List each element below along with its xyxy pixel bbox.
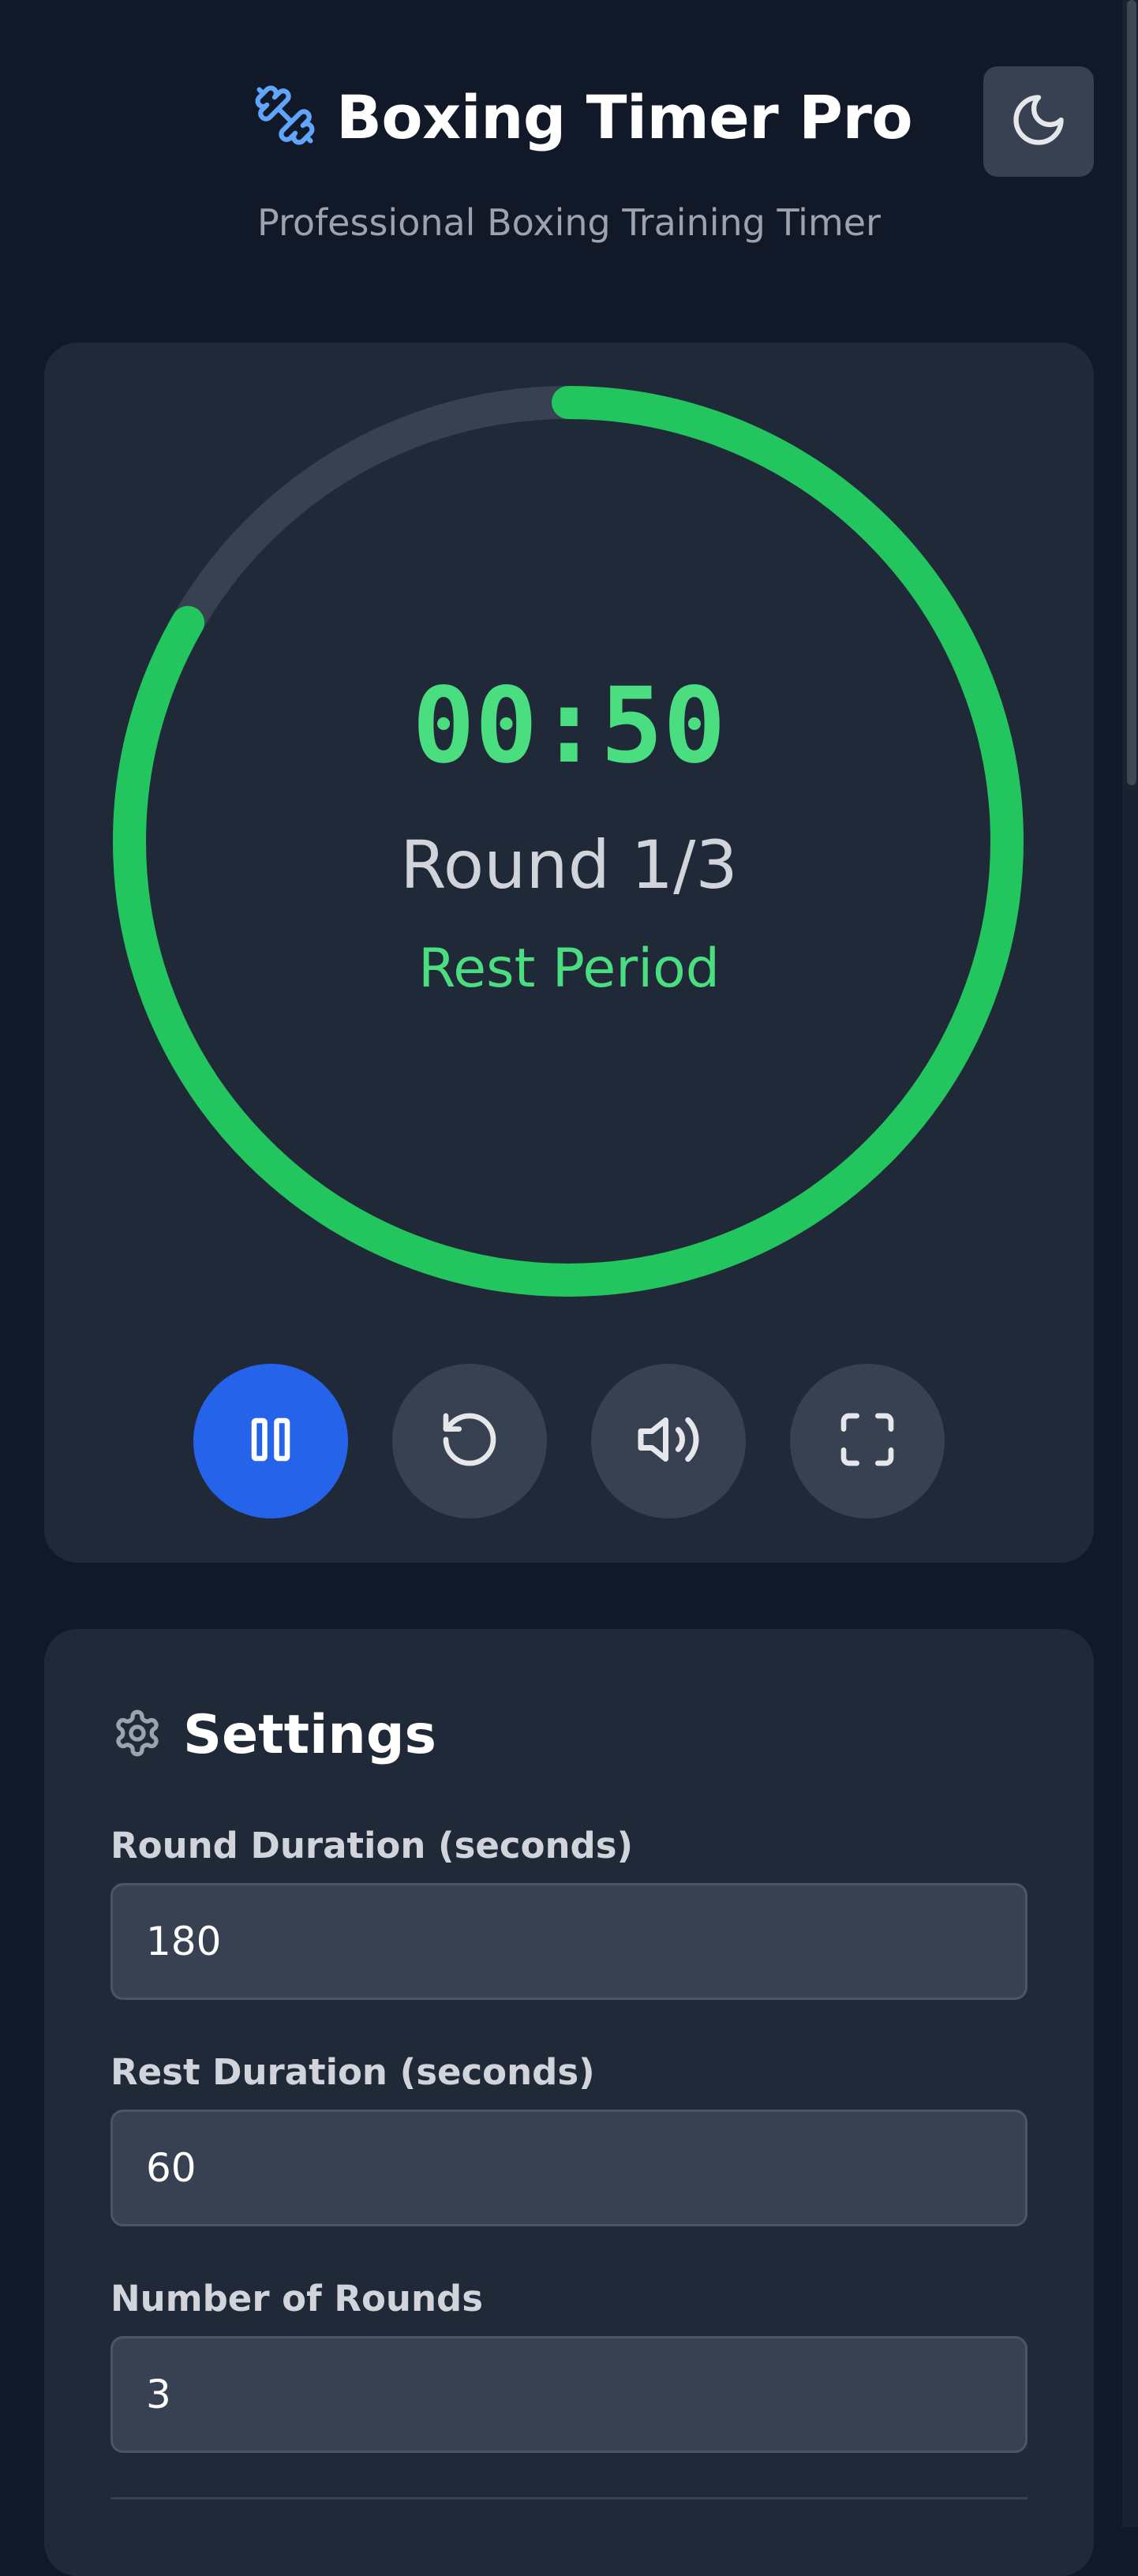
rounds-label: Number of Rounds [110,2278,483,2320]
sound-button[interactable] [591,1364,746,1518]
pause-icon [242,1411,299,1471]
settings-divider [110,2497,1028,2499]
settings-card: Settings Round Duration (seconds) Rest D… [44,1629,1094,2576]
round-duration-input[interactable] [110,1883,1028,2000]
fullscreen-button[interactable] [790,1364,945,1518]
rest-duration-label: Rest Duration (seconds) [110,2051,595,2093]
gear-icon [112,1708,163,1762]
timer-controls [44,1364,1094,1518]
moon-icon [1009,90,1069,153]
round-display: Round 1/3 [400,826,738,904]
rest-duration-input[interactable] [110,2110,1028,2226]
header: Boxing Timer Pro [0,47,1138,189]
time-display: 00:50 [412,665,726,787]
title-group: Boxing Timer Pro [253,77,913,156]
timer-card: 00:50 Round 1/3 Rest Period [44,343,1094,1563]
reset-button[interactable] [392,1364,547,1518]
theme-toggle-button[interactable] [983,66,1094,177]
rounds-input[interactable] [110,2336,1028,2453]
subtitle: Professional Boxing Training Timer [257,201,881,244]
round-duration-label: Round Duration (seconds) [110,1825,634,1866]
dumbbell-icon [253,83,317,151]
settings-header: Settings [112,1703,436,1766]
fullscreen-icon [836,1408,899,1474]
reset-icon [438,1408,501,1474]
settings-title: Settings [183,1703,436,1766]
pause-button[interactable] [193,1364,348,1518]
phase-display: Rest Period [418,938,720,1000]
volume-icon [635,1406,702,1476]
app-title: Boxing Timer Pro [336,81,913,152]
